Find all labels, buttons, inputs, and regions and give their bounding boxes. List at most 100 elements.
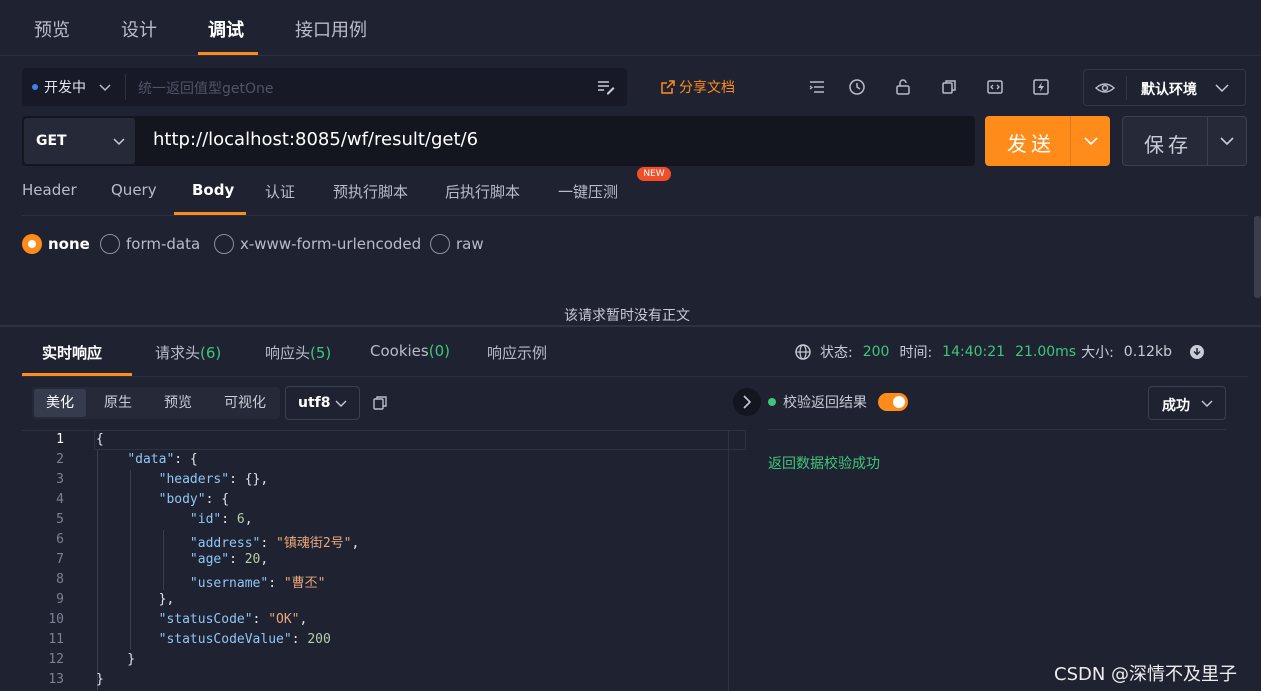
tab-body[interactable]: Body xyxy=(192,181,234,199)
chevron-down-icon xyxy=(1201,400,1213,407)
environment-label: 默认环境 xyxy=(1141,82,1197,98)
code-line: "headers": {}, xyxy=(158,472,269,487)
tab-query[interactable]: Query xyxy=(111,181,157,199)
format-raw-button[interactable]: 原生 xyxy=(92,387,144,419)
chevron-down-icon[interactable] xyxy=(1219,134,1235,148)
line-number: 2 xyxy=(56,452,64,467)
time-label: 时间: xyxy=(899,345,933,361)
tab-stress-test[interactable]: 一键压测 xyxy=(558,181,618,202)
response-code-editor[interactable]: 1 2 3 4 5 6 7 8 9 10 11 12 13 { "data": { "headers":… xyxy=(22,430,746,691)
send-button[interactable]: 发送 xyxy=(985,116,1110,166)
tab-label: 实时响应 xyxy=(42,344,103,362)
empty-body-message: 该请求暂时没有正文 xyxy=(564,308,690,324)
eye-icon[interactable] xyxy=(1095,79,1115,97)
method-select[interactable]: GET xyxy=(24,118,135,164)
chevron-down-icon xyxy=(99,84,111,92)
radio-form-data[interactable]: form-data xyxy=(100,234,200,254)
url-input[interactable]: http://localhost:8085/wf/result/get/6 xyxy=(153,129,478,150)
tab-label: 请求头 xyxy=(155,344,201,362)
radio-checked-icon xyxy=(22,234,42,254)
radio-label: form-data xyxy=(126,235,201,253)
radio-raw[interactable]: raw xyxy=(430,234,484,254)
tab-design[interactable]: 设计 xyxy=(121,16,157,42)
radio-urlencoded[interactable]: x-www-form-urlencoded xyxy=(214,234,421,254)
line-number-gutter: 1 2 3 4 5 6 7 8 9 10 11 12 13 xyxy=(22,430,92,691)
format-visualize-button[interactable]: 可视化 xyxy=(214,387,276,419)
tab-request-headers[interactable]: 请求头(6) xyxy=(155,342,221,363)
tab-header[interactable]: Header xyxy=(22,181,77,199)
flash-icon[interactable] xyxy=(1032,78,1050,96)
current-line-highlight xyxy=(94,430,746,450)
chevron-right-icon xyxy=(743,395,752,409)
tab-auth[interactable]: 认证 xyxy=(265,181,295,202)
save-button[interactable]: 保存 xyxy=(1122,116,1247,166)
copy-icon[interactable] xyxy=(371,394,389,412)
environment-select[interactable]: 默认环境 xyxy=(1083,69,1246,106)
response-status-info: 状态: 200 时间: 14:40:21 21.00ms 大小: 0.12kb xyxy=(794,342,1205,362)
format-pretty-button[interactable]: 美化 xyxy=(34,389,86,417)
validation-label: 校验返回结果 xyxy=(783,395,867,411)
tab-response-headers[interactable]: 响应头(5) xyxy=(265,342,331,363)
active-tab-indicator xyxy=(198,52,258,55)
status-dot-icon xyxy=(32,84,38,90)
scrollbar[interactable] xyxy=(1254,216,1261,298)
tab-post-script[interactable]: 后执行脚本 xyxy=(445,181,520,202)
encoding-select[interactable]: utf8 xyxy=(285,386,360,420)
share-doc-link[interactable]: 分享文档 xyxy=(660,77,735,97)
tab-debug[interactable]: 调试 xyxy=(208,16,244,42)
line-number: 9 xyxy=(56,592,64,607)
panel-resize-divider[interactable] xyxy=(0,325,1261,327)
tab-preview[interactable]: 预览 xyxy=(34,16,70,42)
code-line: } xyxy=(96,672,104,687)
dev-status-select[interactable]: 开发中 xyxy=(32,68,112,106)
code-line: } xyxy=(96,652,136,667)
code-line: "username": "曹丕" xyxy=(189,576,326,591)
divider xyxy=(125,74,126,100)
validation-toggle-row: 校验返回结果 xyxy=(768,392,908,412)
history-icon[interactable] xyxy=(848,78,866,96)
tab-live-response[interactable]: 实时响应 xyxy=(42,342,102,363)
tab-count: (0) xyxy=(428,342,450,360)
tab-label: Cookies xyxy=(370,342,429,360)
status-dot-icon xyxy=(768,398,776,406)
radio-none[interactable]: none xyxy=(22,234,90,254)
download-icon[interactable] xyxy=(1189,344,1205,360)
copy-icon[interactable] xyxy=(940,78,958,96)
tab-pre-script[interactable]: 预执行脚本 xyxy=(333,181,408,202)
method-label: GET xyxy=(36,133,67,149)
tab-count: (6) xyxy=(200,344,222,362)
line-number: 12 xyxy=(48,652,64,667)
chevron-down-icon[interactable] xyxy=(1083,134,1099,148)
globe-icon[interactable] xyxy=(794,343,812,361)
unlock-icon[interactable] xyxy=(894,78,912,96)
code-icon[interactable] xyxy=(986,78,1004,96)
outline-icon[interactable] xyxy=(808,78,826,96)
format-preview-button[interactable]: 预览 xyxy=(152,387,204,419)
tab-response-examples[interactable]: 响应示例 xyxy=(487,342,547,363)
size-label: 大小: xyxy=(1081,345,1114,361)
validation-result-select[interactable]: 成功 xyxy=(1148,386,1226,420)
url-bar: GET http://localhost:8085/wf/result/get/… xyxy=(22,116,975,166)
code-line: "body": { xyxy=(158,492,230,507)
code-line: }, xyxy=(96,592,175,607)
api-name-input[interactable]: 统一返回值型getOne xyxy=(138,78,274,98)
format-toggle-group: 美化 原生 预览 可视化 xyxy=(32,387,280,419)
tab-label: 响应示例 xyxy=(487,344,548,362)
tab-api-cases[interactable]: 接口用例 xyxy=(295,16,367,42)
code-line: "statusCodeValue": 200 xyxy=(158,632,331,647)
line-number: 7 xyxy=(56,552,64,567)
collapse-panel-button[interactable] xyxy=(733,388,761,416)
tab-cookies[interactable]: Cookies(0) xyxy=(370,342,450,360)
divider xyxy=(22,215,1248,216)
api-info-bar: 开发中 统一返回值型getOne xyxy=(22,68,627,106)
share-doc-label: 分享文档 xyxy=(679,80,735,96)
divider xyxy=(22,376,1248,377)
divider xyxy=(768,429,1226,430)
validation-toggle[interactable] xyxy=(878,393,908,411)
encoding-label: utf8 xyxy=(298,395,331,411)
edit-note-icon[interactable] xyxy=(596,77,616,97)
radio-icon xyxy=(214,234,234,254)
response-time: 14:40:21 xyxy=(942,344,1006,360)
chevron-down-icon xyxy=(335,400,347,407)
line-number: 3 xyxy=(56,472,64,487)
